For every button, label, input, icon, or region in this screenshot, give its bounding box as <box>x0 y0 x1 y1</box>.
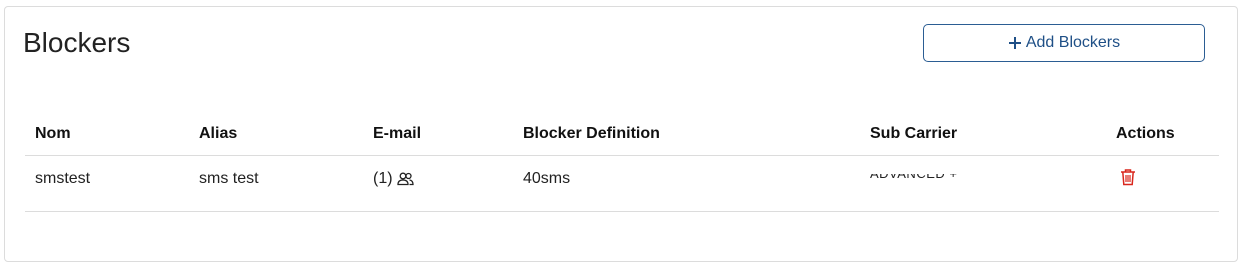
sub-carrier-text: ADVANCED + <box>870 174 957 183</box>
column-header-sub-carrier: Sub Carrier <box>860 113 1106 156</box>
cell-nom: smstest <box>25 155 189 212</box>
blockers-panel: Blockers Add Blockers Nom Alias E-mail B… <box>4 6 1238 262</box>
column-header-email: E-mail <box>363 113 513 156</box>
trash-icon[interactable] <box>1120 168 1136 186</box>
cell-sub-carrier: ADVANCED + <box>860 155 1106 212</box>
column-header-actions: Actions <box>1106 113 1219 156</box>
table-row: smstest sms test (1) 40sms <box>25 155 1219 212</box>
blockers-table: Nom Alias E-mail Blocker Definition Sub … <box>25 113 1219 212</box>
plus-icon <box>1008 37 1021 49</box>
cell-blocker-definition: 40sms <box>513 155 860 212</box>
column-header-alias: Alias <box>189 113 363 156</box>
add-blockers-label: Add Blockers <box>1025 34 1121 51</box>
add-blockers-button[interactable]: Add Blockers <box>923 24 1205 62</box>
users-icon[interactable] <box>396 172 414 186</box>
column-header-nom: Nom <box>25 113 189 156</box>
column-header-blocker-definition: Blocker Definition <box>513 113 860 156</box>
table-header-row: Nom Alias E-mail Blocker Definition Sub … <box>25 113 1219 156</box>
email-count: (1) <box>373 170 393 187</box>
cell-email: (1) <box>363 155 513 212</box>
cell-actions <box>1106 155 1219 212</box>
cell-alias: sms test <box>189 155 363 212</box>
page-title: Blockers <box>23 27 131 58</box>
